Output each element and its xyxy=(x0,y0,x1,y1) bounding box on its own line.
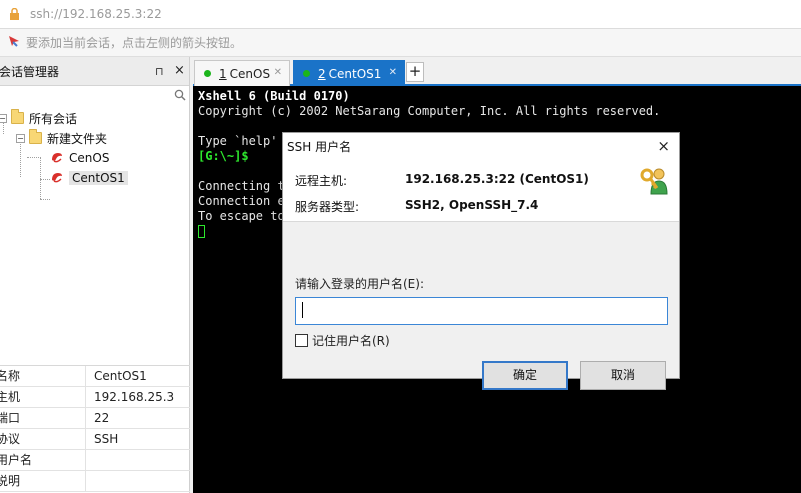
lock-icon xyxy=(9,7,20,20)
search-row xyxy=(0,86,189,108)
tab-cenos[interactable]: 1 CenOS ✕ xyxy=(194,60,290,86)
tab-label: CenOS xyxy=(229,66,271,81)
new-tab-button[interactable]: + xyxy=(406,62,424,82)
tree-node-session-cenos[interactable]: CenOS xyxy=(50,149,109,167)
remember-username-checkbox[interactable]: 记住用户名(R) xyxy=(295,332,390,349)
terminal-line: Xshell 6 (Build 0170) xyxy=(198,89,350,103)
username-label: 请输入登录的用户名(E): xyxy=(295,277,424,291)
text-caret xyxy=(302,302,303,318)
dialog-titlebar: SSH 用户名 × xyxy=(283,133,679,160)
prop-value: SSH xyxy=(94,432,119,446)
folder-icon xyxy=(29,129,42,144)
prop-key: 端口 xyxy=(0,408,86,428)
address-text: ssh://192.168.25.3:22 xyxy=(30,7,162,21)
remote-host-label: 远程主机: xyxy=(295,174,348,188)
prop-value: CentOS1 xyxy=(94,369,147,383)
cancel-button[interactable]: 取消 xyxy=(580,361,666,390)
tree-node-session-centos1[interactable]: CentOS1 xyxy=(50,169,128,187)
server-type-row: 服务器类型: SSH2, OpenSSH_7.4 xyxy=(295,198,538,215)
remote-host-value: 192.168.25.3:22 (CentOS1) xyxy=(405,172,589,186)
checkbox-box[interactable] xyxy=(295,334,308,347)
prop-row: 名称 CentOS1 xyxy=(0,366,190,387)
tab-number: 2 xyxy=(318,66,326,81)
prop-key: 主机 xyxy=(0,387,86,407)
session-manager-panel: 会话管理器 ⊓ × − 所有会话 − 新建文件夹 CenOS CentOS1 名… xyxy=(0,57,190,493)
keys-user-icon xyxy=(639,166,671,196)
session-properties: 名称 CentOS1 主机 192.168.25.3 端口 22 协议 SSH … xyxy=(0,365,190,492)
prop-value xyxy=(86,450,94,470)
prop-value: 22 xyxy=(94,411,110,425)
session-tabs: 1 CenOS ✕ 2 CentOS1 ✕ + xyxy=(193,57,801,86)
prop-row: 主机 192.168.25.3 xyxy=(0,387,190,408)
dialog-body: 远程主机: 192.168.25.3:22 (CentOS1) 服务器类型: S… xyxy=(283,160,679,390)
tree-node-folder[interactable]: − 新建文件夹 xyxy=(16,129,107,147)
terminal-line: Copyright (c) 2002 NetSarang Computer, I… xyxy=(198,104,661,118)
folder-icon xyxy=(11,109,24,124)
prop-key: 用户名 xyxy=(0,450,86,470)
tab-close-icon[interactable]: ✕ xyxy=(389,67,397,78)
search-icon[interactable] xyxy=(174,89,186,104)
prop-row: 说明 xyxy=(0,471,190,492)
pin-icon[interactable]: ⊓ xyxy=(155,65,164,78)
ssh-username-dialog: SSH 用户名 × 远程主机: 192.168.25.3:22 (CentOS1… xyxy=(282,132,680,390)
collapse-icon[interactable]: − xyxy=(0,113,7,123)
session-icon xyxy=(50,170,64,187)
tree-label: 所有会话 xyxy=(29,111,78,126)
status-dot-icon xyxy=(303,70,310,77)
remote-host-row: 远程主机: 192.168.25.3:22 (CentOS1) xyxy=(295,172,589,189)
session-tree: − 所有会话 − 新建文件夹 CenOS CentOS1 xyxy=(0,108,189,368)
panel-title: 会话管理器 xyxy=(0,64,60,79)
panel-header: 会话管理器 ⊓ × xyxy=(0,57,189,86)
prop-value: 192.168.25.3 xyxy=(94,390,175,404)
dialog-title: SSH 用户名 xyxy=(287,140,352,154)
prop-row: 端口 22 xyxy=(0,408,190,429)
tab-centos1[interactable]: 2 CentOS1 ✕ xyxy=(293,60,405,86)
ok-button[interactable]: 确定 xyxy=(482,361,568,390)
username-input[interactable] xyxy=(295,297,668,325)
terminal-cursor xyxy=(198,225,205,238)
remember-username-label: 记住用户名(R) xyxy=(312,334,390,348)
tab-label: CentOS1 xyxy=(328,66,382,81)
close-icon[interactable]: × xyxy=(174,63,185,78)
prop-key: 名称 xyxy=(0,366,86,386)
status-dot-icon xyxy=(204,70,211,77)
hint-bar: 要添加当前会话，点击左侧的箭头按钮。 xyxy=(0,29,801,57)
tab-close-icon[interactable]: ✕ xyxy=(274,67,282,78)
tree-node-all-sessions[interactable]: − 所有会话 xyxy=(0,109,77,127)
dialog-close-icon[interactable]: × xyxy=(657,137,670,155)
server-type-value: SSH2, OpenSSH_7.4 xyxy=(405,198,539,212)
bookmark-arrow-icon[interactable] xyxy=(8,35,20,50)
session-icon xyxy=(50,150,64,167)
dialog-info-area: 远程主机: 192.168.25.3:22 (CentOS1) 服务器类型: S… xyxy=(283,160,679,222)
collapse-icon[interactable]: − xyxy=(16,133,25,143)
tab-number: 1 xyxy=(219,66,227,81)
tree-label: 新建文件夹 xyxy=(47,131,108,146)
tree-label: CenOS xyxy=(69,151,110,165)
prop-row: 用户名 xyxy=(0,450,190,471)
tree-label: CentOS1 xyxy=(69,171,128,185)
prop-key: 说明 xyxy=(0,471,86,491)
prop-row: 协议 SSH xyxy=(0,429,190,450)
address-bar[interactable]: ssh://192.168.25.3:22 xyxy=(0,0,801,29)
prop-value xyxy=(86,471,94,491)
prop-key: 协议 xyxy=(0,429,86,449)
hint-text: 要添加当前会话，点击左侧的箭头按钮。 xyxy=(26,36,243,50)
server-type-label: 服务器类型: xyxy=(295,200,360,214)
